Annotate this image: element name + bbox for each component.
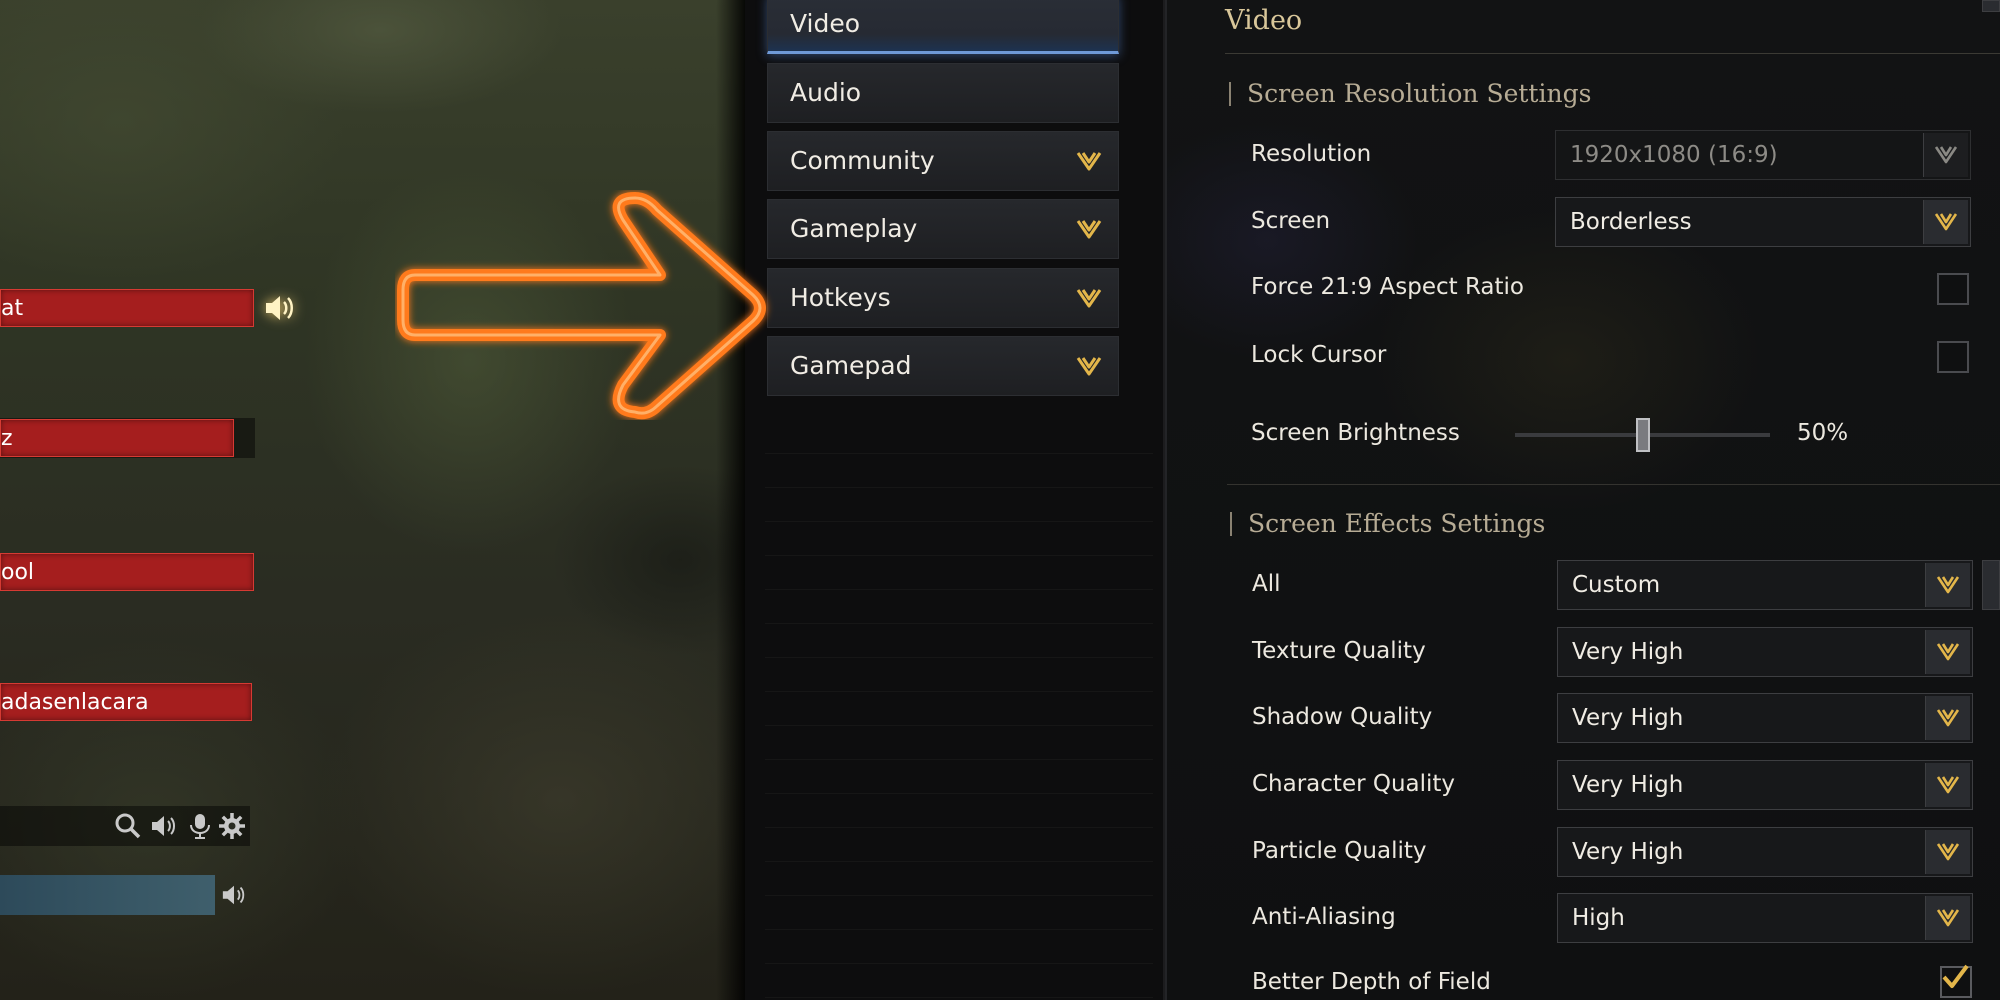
dropdown-toggle[interactable]	[1925, 630, 1970, 674]
apply-button[interactable]	[1982, 560, 2000, 610]
chevron-down-icon	[1936, 709, 1960, 727]
chevron-down-icon	[1936, 776, 1960, 794]
dropdown-toggle[interactable]	[1925, 896, 1970, 940]
voice-user-name: ool	[1, 560, 35, 585]
category-hotkeys[interactable]: Hotkeys	[767, 268, 1119, 328]
screen-mode-dropdown[interactable]: Borderless	[1555, 197, 1971, 247]
panel-edge-button[interactable]	[1982, 0, 2000, 12]
panel-background-lines	[765, 420, 1153, 1000]
particle-quality-label: Particle Quality	[1252, 838, 1427, 864]
anti-aliasing-label: Anti-Aliasing	[1252, 904, 1396, 930]
voice-user-name: z	[1, 426, 13, 451]
depth-of-field-checkbox[interactable]	[1940, 964, 1972, 998]
settings-category-panel: Video Audio Community Gameplay Hotkeys G…	[745, 0, 1165, 1000]
panel-edge-shadow	[716, 0, 745, 1000]
panel-title: Video	[1225, 5, 1303, 36]
screen-label: Screen	[1251, 208, 1331, 234]
chevron-down-icon	[1934, 146, 1958, 164]
chevron-down-icon	[1936, 909, 1960, 927]
microphone-icon[interactable]	[186, 812, 214, 840]
chevron-down-icon	[1076, 220, 1102, 239]
dropdown-value: 1920x1080 (16:9)	[1570, 142, 1778, 168]
category-gamepad[interactable]: Gamepad	[767, 336, 1119, 396]
dropdown-value: Very High	[1572, 705, 1684, 731]
shadow-quality-dropdown[interactable]: Very High	[1557, 693, 1973, 743]
voice-user-bar[interactable]: ool	[0, 553, 254, 591]
resolution-label: Resolution	[1251, 141, 1372, 167]
speaker-icon[interactable]	[150, 812, 178, 840]
dropdown-toggle[interactable]	[1925, 563, 1970, 607]
gear-icon[interactable]	[218, 812, 246, 840]
chevron-down-icon	[1076, 357, 1102, 376]
dropdown-toggle[interactable]	[1925, 763, 1970, 807]
voice-user-bar[interactable]: at	[0, 289, 254, 327]
shadow-quality-label: Shadow Quality	[1252, 704, 1433, 730]
resolution-dropdown[interactable]: 1920x1080 (16:9)	[1555, 130, 1971, 180]
brightness-value: 50%	[1797, 420, 1849, 446]
title-divider	[1225, 53, 2000, 54]
section-divider	[1227, 484, 2000, 485]
dropdown-value: Very High	[1572, 839, 1684, 865]
dropdown-toggle[interactable]	[1925, 696, 1970, 740]
orange-arrow-annotation	[397, 192, 766, 420]
particle-quality-dropdown[interactable]: Very High	[1557, 827, 1973, 877]
category-audio[interactable]: Audio	[767, 63, 1119, 123]
category-video[interactable]: Video	[767, 0, 1119, 54]
category-label: Audio	[790, 78, 862, 107]
voice-user-bar[interactable]: adasenlacara	[0, 683, 252, 721]
character-quality-label: Character Quality	[1252, 771, 1456, 797]
texture-quality-dropdown[interactable]: Very High	[1557, 627, 1973, 677]
chevron-down-icon	[1934, 213, 1958, 231]
voice-user-name: at	[1, 296, 24, 321]
chevron-down-icon	[1076, 152, 1102, 171]
voice-user-bar[interactable]: z	[0, 419, 234, 457]
game-viewport: at z ool adasenlacara	[0, 0, 745, 1000]
force-aspect-label: Force 21:9 Aspect Ratio	[1251, 274, 1524, 300]
dropdown-toggle[interactable]	[1923, 200, 1968, 244]
dropdown-value: Custom	[1572, 572, 1661, 598]
category-label: Community	[790, 146, 935, 175]
category-community[interactable]: Community	[767, 131, 1119, 191]
texture-quality-label: Texture Quality	[1252, 638, 1426, 664]
effects-all-dropdown[interactable]: Custom	[1557, 560, 1973, 610]
lock-cursor-label: Lock Cursor	[1251, 342, 1387, 368]
dropdown-toggle[interactable]	[1925, 830, 1970, 874]
dropdown-value: Very High	[1572, 639, 1684, 665]
section-title-effects: Screen Effects Settings	[1228, 506, 1545, 542]
character-quality-dropdown[interactable]: Very High	[1557, 760, 1973, 810]
depth-of-field-label: Better Depth of Field	[1252, 969, 1491, 995]
brightness-label: Screen Brightness	[1251, 420, 1460, 446]
dropdown-value: Very High	[1572, 772, 1684, 798]
category-label: Gamepad	[790, 351, 912, 380]
force-aspect-checkbox[interactable]	[1937, 273, 1969, 305]
voice-user-name: adasenlacara	[1, 690, 149, 715]
category-gameplay[interactable]: Gameplay	[767, 199, 1119, 259]
search-icon[interactable]	[114, 812, 142, 840]
dropdown-value: Borderless	[1570, 209, 1692, 235]
chevron-down-icon	[1936, 843, 1960, 861]
category-label: Hotkeys	[790, 283, 891, 312]
all-label: All	[1252, 571, 1281, 597]
chevron-down-icon	[1936, 576, 1960, 594]
checkmark-icon	[1942, 964, 1969, 988]
chevron-down-icon	[1076, 289, 1102, 308]
voice-volume-bar[interactable]	[0, 875, 215, 915]
category-label: Gameplay	[790, 214, 918, 243]
dropdown-value: High	[1572, 905, 1625, 931]
section-title-resolution: Screen Resolution Settings	[1227, 76, 1591, 112]
chevron-down-icon	[1936, 643, 1960, 661]
lock-cursor-checkbox[interactable]	[1937, 341, 1969, 373]
speaker-icon[interactable]	[221, 882, 247, 908]
anti-aliasing-dropdown[interactable]: High	[1557, 893, 1973, 943]
category-label: Video	[790, 9, 861, 38]
brightness-slider-thumb[interactable]	[1636, 418, 1650, 452]
speaker-icon[interactable]	[262, 291, 296, 325]
dropdown-toggle[interactable]	[1923, 133, 1968, 177]
